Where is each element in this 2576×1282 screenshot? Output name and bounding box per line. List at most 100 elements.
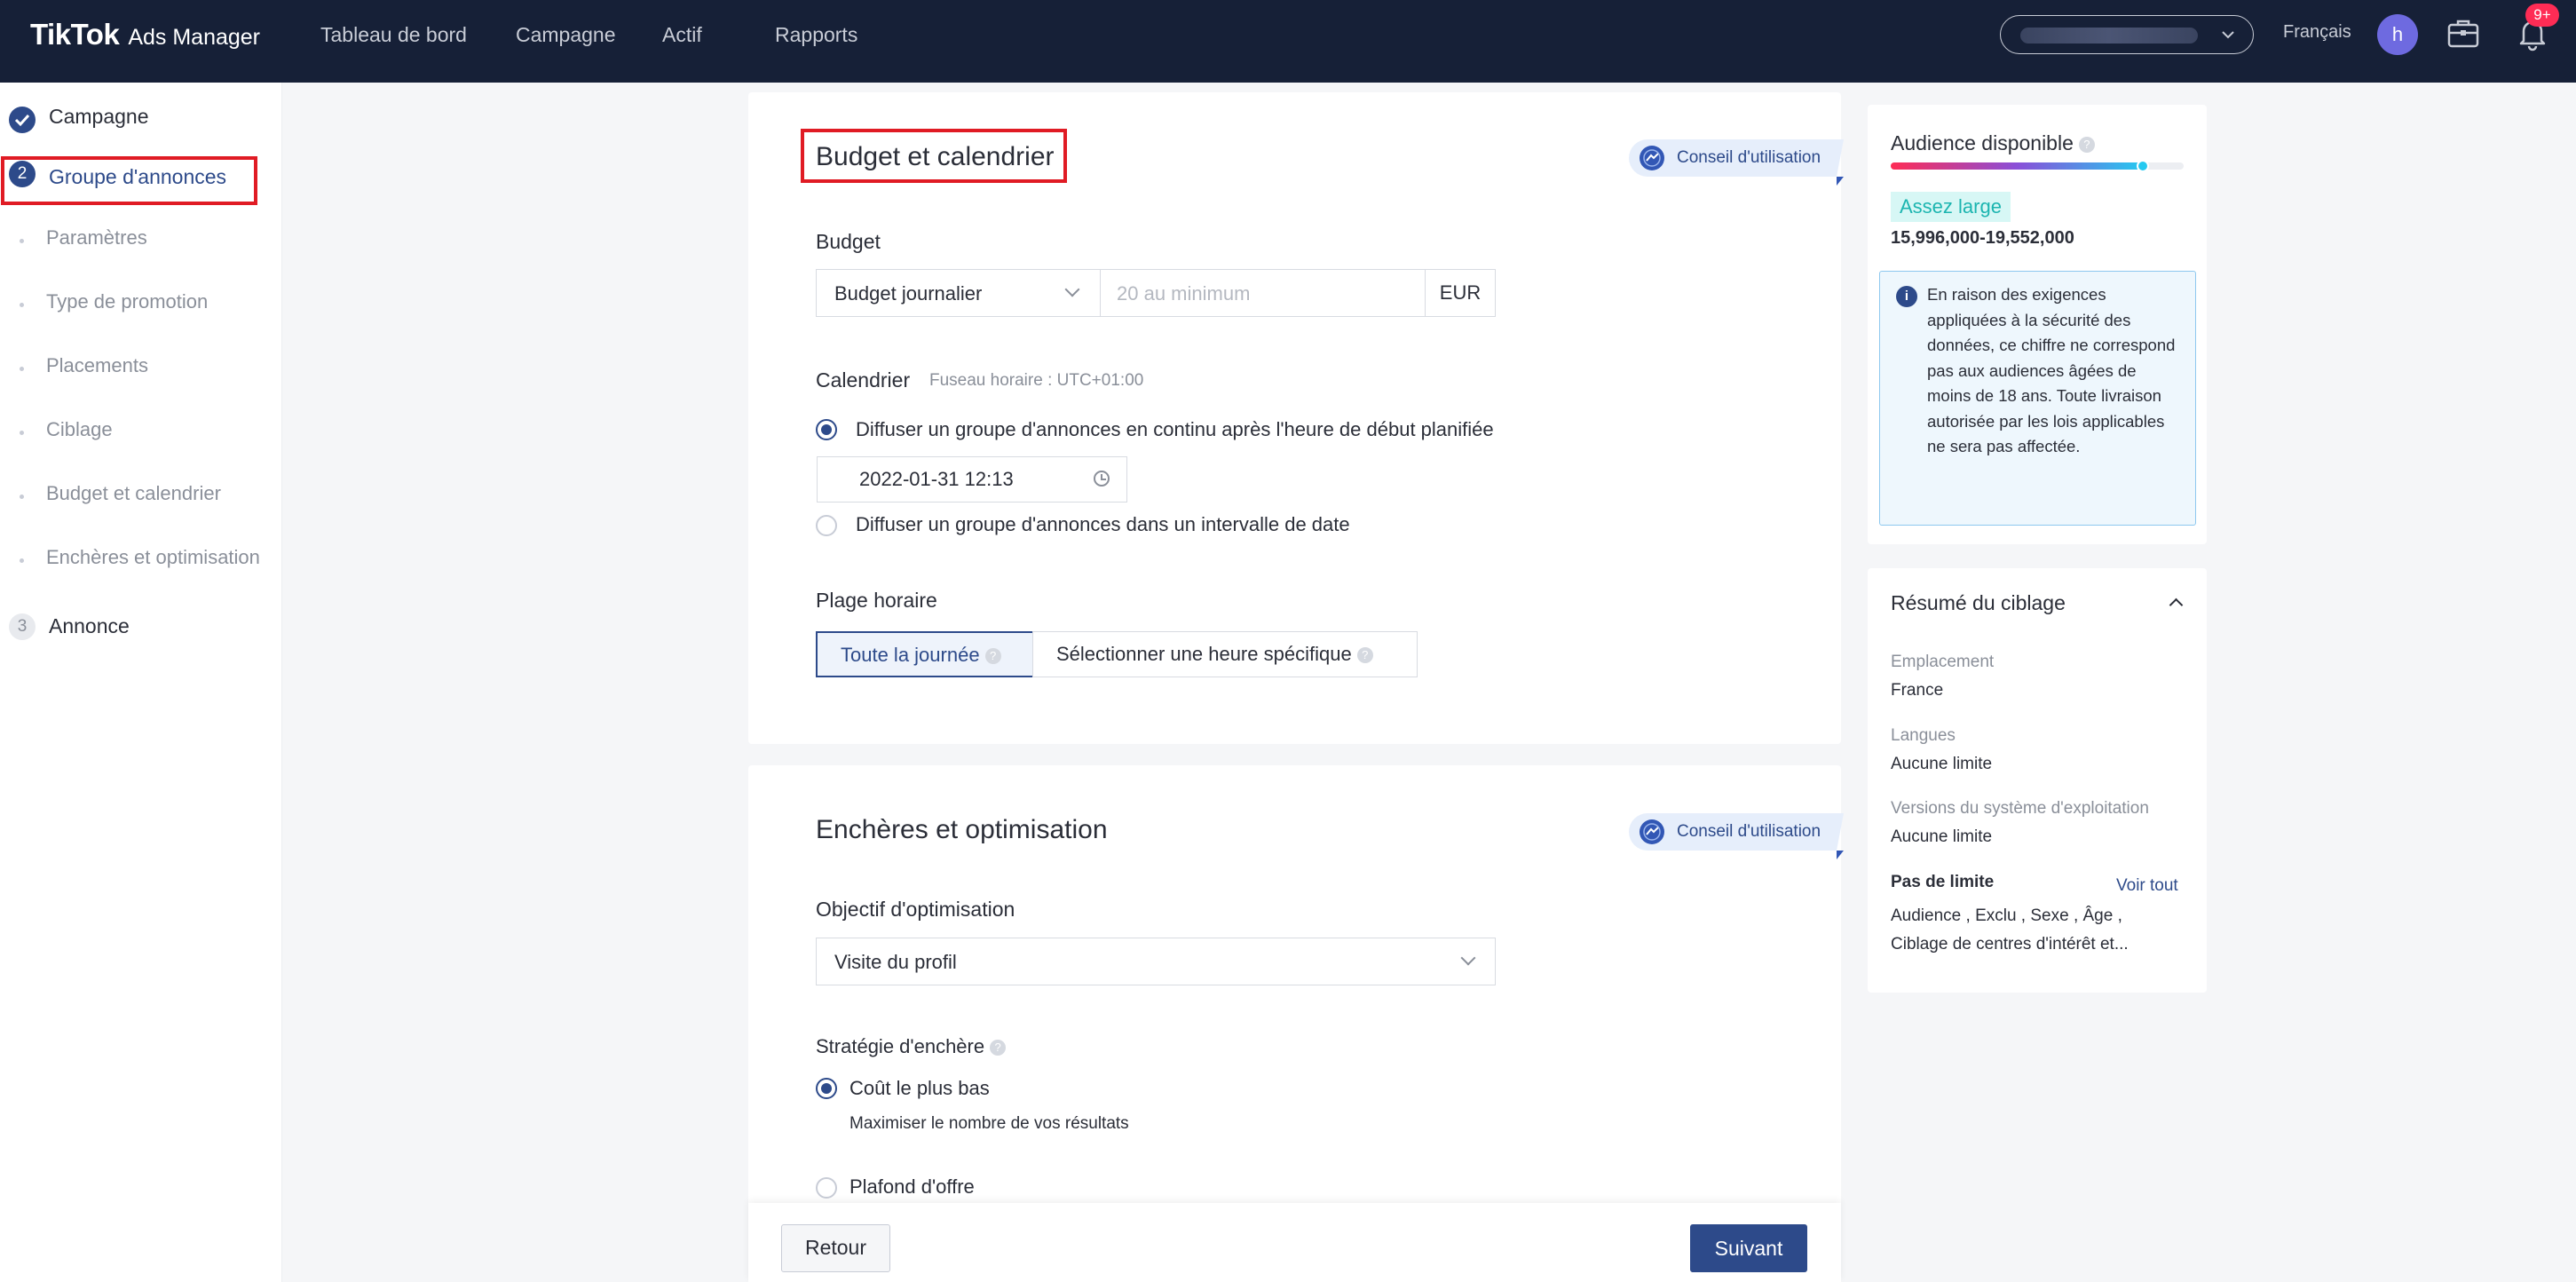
step-ad-group-label: Groupe d'annonces <box>49 165 227 188</box>
view-all-link[interactable]: Voir tout <box>2116 876 2178 896</box>
bullet <box>20 303 24 307</box>
audience-title: Audience disponible <box>1891 131 2074 154</box>
budget-type-select[interactable]: Budget journalier <box>816 269 1102 317</box>
audience-size-tag: Assez large <box>1891 192 2011 222</box>
radio-bid-cap[interactable] <box>816 1177 837 1199</box>
no-limit-items-line2: Ciblage de centres d'intérêt et... <box>1891 935 2129 954</box>
languages-label: Langues <box>1891 726 1956 745</box>
sidebar-item-targeting[interactable]: Ciblage <box>0 415 282 450</box>
language-switcher[interactable]: Français <box>2283 22 2351 43</box>
budget-label: Budget <box>816 230 881 253</box>
targeting-summary-title: Résumé du ciblage <box>1891 591 2066 614</box>
location-label: Emplacement <box>1891 653 1995 671</box>
optimization-goal-select[interactable]: Visite du profil <box>816 938 1496 985</box>
timezone-text: Fuseau horaire : UTC+01:00 <box>929 371 1144 390</box>
no-limit-items-line1: Audience , Exclu , Sexe , Âge , <box>1891 906 2122 925</box>
help-icon[interactable]: ? <box>990 1040 1007 1056</box>
nav-dashboard[interactable]: Tableau de bord <box>320 21 467 48</box>
step-campaign[interactable]: Campagne <box>0 91 282 140</box>
step-number: 3 <box>9 613 36 640</box>
audience-meter-indicator <box>2136 160 2149 172</box>
step-ad-group[interactable]: 2 Groupe d'annonces <box>0 153 282 202</box>
left-sidebar <box>0 83 282 1282</box>
info-icon: i <box>1896 286 1917 307</box>
tip-fold <box>1837 177 1845 186</box>
help-icon[interactable]: ? <box>2078 136 2095 153</box>
account-selector[interactable] <box>2000 15 2254 54</box>
briefcase-icon[interactable] <box>2446 16 2480 50</box>
lowest-cost-description: Maximiser le nombre de vos résultats <box>849 1114 1129 1133</box>
languages-value: Aucune limite <box>1891 755 1993 773</box>
no-limit-label: Pas de limite <box>1891 873 1995 891</box>
radio-bid-cap-label: Plafond d'offre <box>849 1175 975 1198</box>
nav-campaign[interactable]: Campagne <box>516 21 616 48</box>
radio-run-continuously[interactable] <box>816 419 837 440</box>
step-campaign-label: Campagne <box>49 105 149 128</box>
sidebar-item-label: Enchères et optimisation <box>46 546 260 568</box>
radio-lowest-cost-label: Coût le plus bas <box>849 1077 990 1099</box>
chevron-down-icon <box>1460 950 1476 966</box>
optimization-goal-label: Objectif d'optimisation <box>816 898 1015 921</box>
step-ad-label: Annonce <box>49 614 130 637</box>
sidebar-item-bidding-optimization[interactable]: Enchères et optimisation <box>0 542 282 578</box>
sidebar-item-label: Budget et calendrier <box>46 482 221 504</box>
budget-type-value: Budget journalier <box>834 282 983 305</box>
budget-amount-placeholder: 20 au minimum <box>1117 282 1251 305</box>
audience-info-box: i En raison des exigences appliquées à l… <box>1879 271 2196 526</box>
bullet <box>20 431 24 435</box>
nav-reports[interactable]: Rapports <box>775 21 857 48</box>
bullet <box>20 367 24 371</box>
sidebar-item-label: Ciblage <box>46 418 113 440</box>
tip-corner <box>1837 139 1845 177</box>
tip-icon <box>1640 146 1664 170</box>
tip-icon <box>1640 819 1664 844</box>
chevron-down-icon <box>2222 31 2234 39</box>
dayparting-all-day-button[interactable]: Toute la journée? <box>816 631 1034 677</box>
radio-run-continuously-label: Diffuser un groupe d'annonces en continu… <box>856 418 1494 440</box>
os-versions-label: Versions du système d'exploitation <box>1891 799 2149 818</box>
help-icon[interactable]: ? <box>1356 647 1373 664</box>
os-versions-value: Aucune limite <box>1891 827 1993 846</box>
usage-tip-label: Conseil d'utilisation <box>1677 822 1821 841</box>
sidebar-item-promotion-type[interactable]: Type de promotion <box>0 287 282 322</box>
optimization-goal-value: Visite du profil <box>834 951 957 973</box>
sidebar-item-settings[interactable]: Paramètres <box>0 223 282 258</box>
nav-assets[interactable]: Actif <box>662 21 702 48</box>
step-ad[interactable]: 3 Annonce <box>0 597 282 647</box>
next-button[interactable]: Suivant <box>1690 1224 1807 1272</box>
bid-strategy-heading: Stratégie d'enchère? <box>816 1035 1007 1058</box>
audience-meter-fill <box>1891 162 2143 170</box>
sidebar-item-label: Placements <box>46 354 148 376</box>
dayparting-label: Plage horaire <box>816 589 937 612</box>
location-value: France <box>1891 681 1944 700</box>
back-button[interactable]: Retour <box>781 1224 890 1272</box>
sidebar-item-budget-schedule[interactable]: Budget et calendrier <box>0 479 282 514</box>
audience-heading: Audience disponible? <box>1891 131 2095 155</box>
tip-corner <box>1837 813 1845 851</box>
start-datetime-value: 2022-01-31 12:13 <box>859 468 1014 490</box>
help-icon[interactable]: ? <box>984 648 1001 665</box>
dayparting-specific-button[interactable]: Sélectionner une heure spécifique? <box>1032 631 1418 677</box>
dayparting-all-day-label: Toute la journée <box>841 644 980 666</box>
bullet <box>20 495 24 499</box>
audience-range: 15,996,000-19,552,000 <box>1891 228 2074 248</box>
usage-tip-label: Conseil d'utilisation <box>1677 148 1821 167</box>
radio-date-range[interactable] <box>816 515 837 536</box>
chevron-down-icon <box>1064 281 1080 297</box>
audience-info-text: En raison des exigences appliquées à la … <box>1927 285 2176 455</box>
bottom-action-bar: Retour Suivant <box>748 1203 1841 1282</box>
usage-tip-button[interactable]: Conseil d'utilisation <box>1629 139 1845 186</box>
usage-tip-button-2[interactable]: Conseil d'utilisation <box>1629 813 1845 859</box>
check-icon <box>9 107 36 133</box>
top-navigation-bar: TikTok Ads Manager Tableau de bord Campa… <box>0 0 2576 83</box>
radio-lowest-cost[interactable] <box>816 1078 837 1099</box>
bidding-section-title: Enchères et optimisation <box>816 815 1108 844</box>
sidebar-item-placements[interactable]: Placements <box>0 351 282 386</box>
user-avatar[interactable]: h <box>2377 14 2418 55</box>
schedule-label: Calendrier <box>816 368 911 392</box>
budget-section-title: Budget et calendrier <box>816 142 1055 171</box>
tiktok-ads-manager-logo[interactable]: TikTok Ads Manager <box>30 18 260 62</box>
audience-size-meter <box>1891 160 2184 172</box>
budget-amount-input[interactable]: 20 au minimum <box>1100 269 1426 317</box>
start-datetime-picker[interactable]: 2022-01-31 12:13 <box>817 456 1127 503</box>
